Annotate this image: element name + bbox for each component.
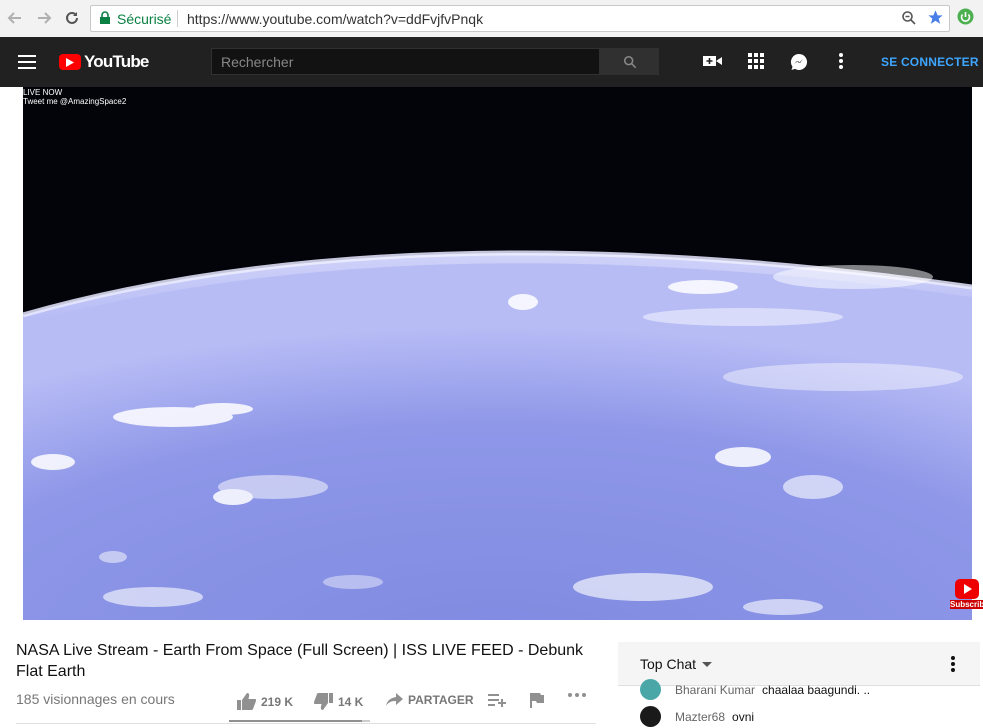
- more-vert-icon[interactable]: [951, 656, 955, 677]
- back-arrow-icon[interactable]: [5, 8, 25, 28]
- hamburger-icon[interactable]: [18, 55, 36, 74]
- upload-video-icon[interactable]: [703, 53, 722, 74]
- share-arrow-icon: [386, 693, 403, 706]
- address-bar[interactable]: Sécurisé https://www.youtube.com/watch?v…: [90, 5, 950, 32]
- search-icon: [623, 55, 636, 68]
- youtube-logo[interactable]: YouTube: [59, 52, 149, 72]
- chat-message: Mazter68 ovni: [640, 706, 754, 727]
- extension-icon[interactable]: [957, 8, 974, 30]
- youtube-play-icon: [59, 54, 81, 70]
- thumbs-down-icon: [314, 693, 333, 710]
- sentiment-bar-fill: [229, 720, 362, 722]
- chevron-down-icon: [702, 661, 713, 667]
- forward-arrow-icon[interactable]: [34, 8, 54, 28]
- share-button[interactable]: PARTAGER: [386, 693, 474, 707]
- flag-icon: [530, 693, 544, 708]
- chat-author[interactable]: Bharani Kumar: [675, 683, 755, 697]
- live-overlay-text: LIVE NOW Tweet me @AmazingSpace2: [23, 88, 126, 106]
- zoom-icon[interactable]: [901, 10, 917, 31]
- chat-mode-selector[interactable]: Top Chat: [640, 656, 713, 672]
- reload-icon[interactable]: [62, 8, 82, 28]
- chat-text: chaalaa baagundi. ..: [762, 682, 871, 697]
- avatar: [640, 679, 661, 700]
- apps-grid-icon[interactable]: [748, 53, 764, 74]
- add-to-playlist-button[interactable]: [488, 693, 506, 707]
- subscribe-label[interactable]: Subscrib: [950, 600, 983, 609]
- messages-icon[interactable]: [790, 53, 808, 76]
- url-text[interactable]: https://www.youtube.com/watch?v=ddFvjfvP…: [187, 11, 483, 27]
- like-count: 219 K: [261, 694, 294, 709]
- video-player[interactable]: LIVE NOW Tweet me @AmazingSpace2: [23, 87, 972, 620]
- secure-label: Sécurisé: [117, 11, 172, 27]
- tweet-handle-label: Tweet me @AmazingSpace2: [23, 97, 127, 106]
- search-input[interactable]: [211, 48, 600, 75]
- lock-icon: [99, 11, 111, 30]
- thumbs-up-icon: [237, 693, 256, 710]
- youtube-masthead: YouTube SE CONNECTER: [0, 37, 983, 87]
- omnibox-separator: [177, 10, 178, 27]
- signin-link[interactable]: SE CONNECTER: [881, 55, 979, 69]
- search-button[interactable]: [600, 48, 659, 75]
- more-vert-icon[interactable]: [839, 53, 843, 74]
- info-divider: [16, 723, 596, 724]
- like-button[interactable]: 219 K: [237, 693, 293, 710]
- browser-toolbar: Sécurisé https://www.youtube.com/watch?v…: [0, 0, 983, 38]
- dislike-button[interactable]: 14 K: [314, 693, 363, 710]
- dislike-count: 14 K: [338, 694, 364, 709]
- youtube-logo-text: YouTube: [84, 52, 149, 71]
- star-icon[interactable]: [927, 9, 944, 31]
- report-button[interactable]: [530, 693, 544, 708]
- avatar: [640, 706, 661, 727]
- chat-message: Bharani Kumar chaalaa baagundi. ..: [640, 679, 870, 700]
- chat-text: ovni: [732, 709, 755, 724]
- view-count: 185 visionnages en cours: [16, 691, 175, 707]
- chat-author[interactable]: Mazter68: [675, 710, 725, 724]
- playlist-add-icon: [488, 694, 506, 707]
- more-horiz-icon: [568, 693, 586, 697]
- video-title: NASA Live Stream - Earth From Space (Ful…: [16, 642, 584, 680]
- chat-mode-label: Top Chat: [640, 656, 697, 672]
- live-now-label: LIVE NOW: [23, 88, 63, 97]
- more-actions-button[interactable]: [568, 693, 586, 697]
- earth-from-space-frame: [23, 87, 972, 620]
- share-label: PARTAGER: [408, 693, 474, 707]
